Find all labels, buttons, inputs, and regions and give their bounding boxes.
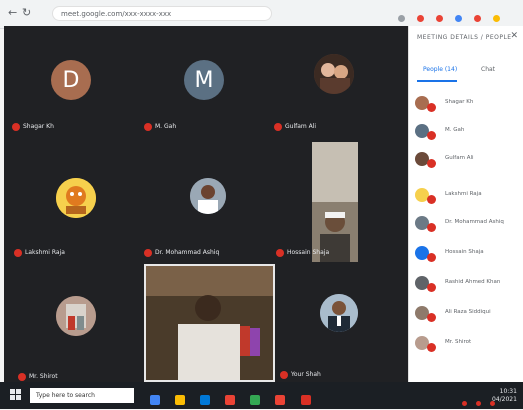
participant-row[interactable]: Lakshmi Raja (415, 186, 521, 206)
extension-icon[interactable] (474, 15, 482, 22)
participant-row[interactable]: Rashid Ahmed Khan (415, 274, 521, 294)
mic-off-icon (274, 122, 282, 131)
group-photo (56, 296, 96, 336)
system-clock[interactable]: 10:31 04/2021 (492, 388, 517, 404)
participant-name-tag: Dr. Mohammad Ashiq (144, 248, 219, 258)
participant-row[interactable]: Gulfam Ali (415, 150, 521, 170)
participant-name-tag: Lakshmi Raja (14, 248, 65, 258)
app-icon[interactable] (150, 395, 160, 405)
app-icon[interactable] (250, 395, 261, 405)
participant-row[interactable]: M. Gah (415, 122, 521, 142)
mic-off-icon[interactable] (427, 131, 436, 140)
close-icon[interactable]: ✕ (510, 31, 518, 41)
browser-toolbar: ← ↻ meet.google.com/xxx-xxxx-xxx (0, 0, 523, 41)
mic-off-icon[interactable] (427, 343, 436, 352)
clock-time: 10:31 (499, 388, 517, 395)
back-icon[interactable]: ← (8, 6, 17, 19)
address-bar[interactable]: meet.google.com/xxx-xxxx-xxx (52, 6, 272, 21)
mic-off-icon (12, 122, 20, 131)
mic-off-icon[interactable] (427, 253, 436, 262)
participant-name-tag: M. Gah (144, 122, 176, 132)
participant-row[interactable]: Dr. Mohammad Ashiq (415, 214, 521, 234)
participant-row[interactable]: Hossain Shaja (415, 244, 521, 264)
participant-row[interactable]: Shagar Kh (415, 94, 521, 114)
mic-off-icon[interactable] (427, 195, 436, 204)
tab-chat[interactable]: Chat (481, 66, 495, 73)
people-panel: MEETING DETAILS / PEOPLE ✕ People (14) C… (408, 26, 523, 382)
participant-avatar: M (184, 60, 224, 100)
participant-photo-avatar (190, 178, 226, 214)
participant-video-frame (312, 142, 358, 262)
chrome-icon[interactable] (225, 395, 236, 405)
active-speaker-video (144, 264, 275, 382)
meeting-grid: D Shagar Kh M M. Gah Gulfam Ali Lakshmi … (4, 26, 408, 382)
participant-row[interactable]: Mr. Shirot (415, 334, 521, 354)
os-taskbar: Type here to search 10:31 04/2021 (0, 382, 523, 409)
mic-off-icon (18, 372, 26, 381)
taskbar-search-input[interactable]: Type here to search (30, 388, 134, 403)
mic-off-icon (276, 248, 284, 257)
edge-icon[interactable] (200, 395, 211, 405)
participant-avatar: D (51, 60, 91, 100)
tray-icon[interactable] (462, 401, 467, 406)
participant-photo-avatar (314, 54, 354, 94)
participant-name-tag: Shagar Kh (12, 122, 54, 132)
extension-icon[interactable] (398, 15, 405, 22)
participant-video (312, 142, 358, 262)
mic-off-icon[interactable] (427, 159, 436, 168)
mic-off-icon (144, 122, 152, 131)
cartoon-avatar (56, 178, 96, 218)
mic-off-icon[interactable] (427, 223, 436, 232)
taskbar-apps (150, 390, 321, 409)
panel-title: MEETING DETAILS / PEOPLE (417, 34, 512, 41)
couple-photo (314, 54, 354, 94)
mic-off-icon (14, 248, 22, 257)
mic-off-icon[interactable] (427, 103, 436, 112)
extension-icon[interactable] (493, 15, 501, 22)
avatar-initial: D (62, 67, 80, 93)
man-suit-photo (320, 294, 358, 332)
participant-name-tag: Your Shah (280, 370, 321, 380)
extension-icon[interactable] (436, 15, 444, 22)
app-icon[interactable] (300, 395, 311, 405)
clock-date: 04/2021 (492, 396, 517, 403)
mic-off-icon (144, 248, 152, 257)
speaker-video-frame (146, 266, 273, 380)
participant-photo-avatar (320, 294, 358, 332)
participant-name-tag: Gulfam Ali (274, 122, 316, 132)
mic-off-icon (280, 370, 288, 379)
tray-icon[interactable] (476, 401, 482, 406)
participant-name-tag: Hossain Shaja (276, 248, 329, 258)
extension-icon[interactable] (417, 15, 425, 22)
participant-name-tag: Mr. Shirot (18, 372, 58, 382)
participant-photo-avatar (56, 178, 96, 218)
man-photo (190, 178, 226, 214)
refresh-icon[interactable]: ↻ (22, 6, 31, 19)
participant-photo-avatar (56, 296, 96, 336)
mic-off-icon[interactable] (427, 313, 436, 322)
avatar-initial: M (194, 67, 214, 93)
folder-icon[interactable] (175, 395, 186, 405)
participant-row[interactable]: Ali Raza Siddiqui (415, 304, 521, 324)
active-tab-indicator (417, 80, 457, 82)
mic-off-icon[interactable] (427, 283, 436, 292)
extension-icon[interactable] (455, 15, 463, 22)
windows-start-icon[interactable] (10, 389, 22, 401)
tab-people[interactable]: People (14) (423, 66, 457, 73)
app-icon[interactable] (275, 395, 286, 405)
